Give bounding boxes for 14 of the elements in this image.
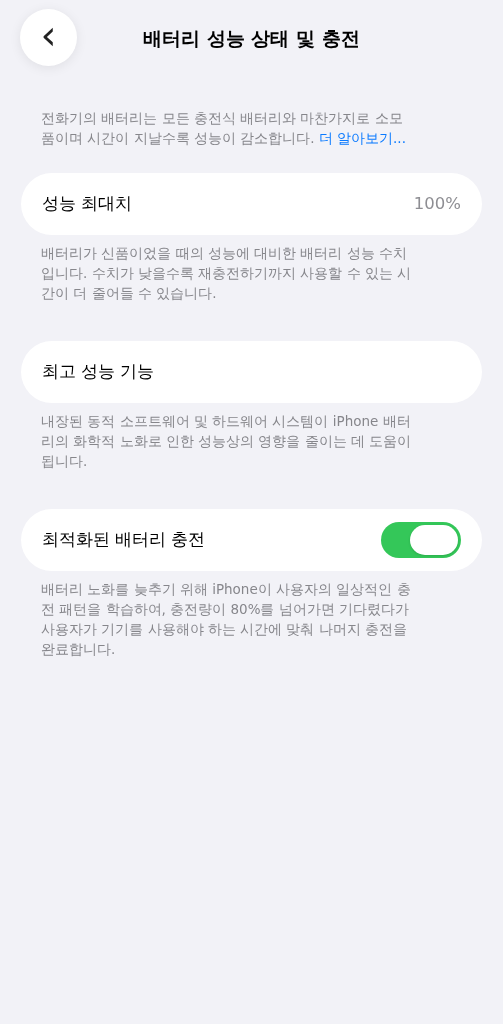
- row-footer: 내장된 동적 소프트웨어 및 하드웨어 시스템이 iPhone 배터리의 화학적 노화로 인한 성능상의 영향을 줄이는 데 도움이 됩니다.: [0, 411, 460, 471]
- row-footer: 배터리 노화를 늦추기 위해 iPhone이 사용자의 일상적인 충전 패턴을 학습하여, 충전량이 80%를 넘어가면 기다렸다가 사용자가 기기를 사용해야 하는 시간에 맞춰 나머지 충전을 완료합니다.: [0, 579, 460, 659]
- page-title: 배터리 성능 상태 및 충전: [143, 25, 360, 51]
- row-label: 성능 최대치: [42, 192, 133, 215]
- toggle-switch[interactable]: [381, 522, 461, 558]
- back-button[interactable]: ‹: [20, 9, 77, 66]
- settings-row[interactable]: 성능 최대치 100%: [21, 173, 482, 235]
- row-footer: 배터리가 신품이었을 때의 성능에 대비한 배터리 성능 수치입니다. 수치가 낮을수록 재충전하기까지 사용할 수 있는 시간이 더 줄어들 수 있습니다.: [0, 243, 460, 303]
- learn-more-link[interactable]: 더 알아보기...: [318, 130, 406, 146]
- row-value: 100%: [413, 192, 461, 215]
- row-label: 최적화된 배터리 충전: [42, 528, 206, 551]
- settings-row[interactable]: 최고 성능 기능: [21, 341, 482, 403]
- intro-text: 전화기의 배터리는 모든 충전식 배터리와 마찬가지로 소모품이며 시간이 지날수록 성능이 감소합니다. 더 알아보기...: [40, 109, 407, 148]
- row-label: 최고 성능 기능: [42, 360, 155, 383]
